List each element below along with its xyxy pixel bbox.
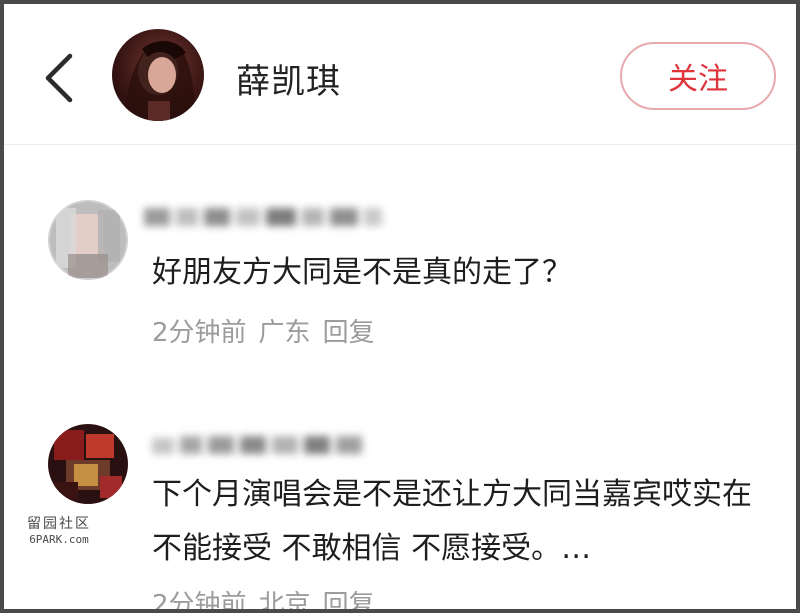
back-button[interactable] xyxy=(38,48,82,108)
comment-text: 好朋友方大同是不是真的走了？ xyxy=(152,255,572,290)
comment-meta: 2分钟前 北京 回复 xyxy=(152,584,387,613)
chevron-left-icon xyxy=(45,53,73,103)
comment-time: 2分钟前 xyxy=(152,590,247,613)
commenter-avatar[interactable] xyxy=(48,424,128,504)
comment-location: 广东 xyxy=(258,318,311,348)
comment-time: 2分钟前 xyxy=(152,318,247,348)
comment-location: 北京 xyxy=(258,590,311,613)
commenter-avatar[interactable] xyxy=(48,200,128,280)
comment-meta: 2分钟前 广东 回复 xyxy=(152,312,387,349)
profile-name: 薛凯琪 xyxy=(236,62,341,102)
avatar-photo xyxy=(48,424,128,504)
watermark-top: 留园社区 xyxy=(27,516,91,532)
commenter-name-blurred xyxy=(144,204,394,230)
avatar-photo xyxy=(48,200,128,280)
comment-item: 好朋友方大同是不是真的走了？ 2分钟前 广东 回复 xyxy=(4,194,796,354)
reply-button[interactable]: 回复 xyxy=(323,318,375,348)
follow-button[interactable]: 关注 xyxy=(620,42,776,110)
app-frame: 薛凯琪 关注 好朋友方大同是不是真的走了？ 2分钟前 广东 回复 下个月演唱会是… xyxy=(0,0,800,613)
watermark: 留园社区 6PARK.com xyxy=(14,516,104,548)
commenter-name-blurred xyxy=(144,432,374,458)
comment-text: 下个月演唱会是不是还让方大同当嘉宾哎实在不能接受 不敢相信 不愿接受。… xyxy=(152,477,752,566)
blurred-username xyxy=(144,208,382,226)
header-bar: 薛凯琪 关注 xyxy=(4,4,796,145)
comment-item: 下个月演唱会是不是还让方大同当嘉宾哎实在不能接受 不敢相信 不愿接受。… 2分钟… xyxy=(4,416,796,613)
profile-avatar[interactable] xyxy=(112,29,204,121)
avatar-photo xyxy=(124,40,195,121)
blurred-username xyxy=(152,436,362,454)
reply-button[interactable]: 回复 xyxy=(323,590,375,609)
watermark-bottom: 6PARK.com xyxy=(29,533,89,546)
